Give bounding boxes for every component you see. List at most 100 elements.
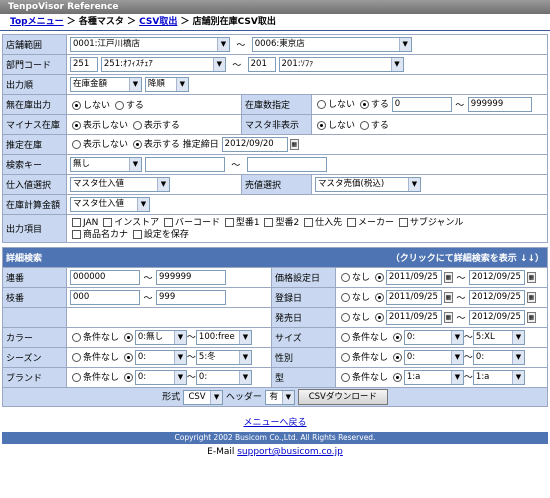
model-to-select[interactable]: 1:a ▼ bbox=[472, 370, 525, 385]
store-from-select[interactable]: 0001:江戸川橋店 ▼ bbox=[70, 37, 230, 52]
email-link[interactable]: support@busicom.co.jp bbox=[237, 447, 343, 457]
dept-from-select[interactable]: 251:ｵﾌｨｽﾁｪｱ ▼ bbox=[100, 57, 226, 72]
back-to-menu-link[interactable]: メニューへ戻る bbox=[243, 418, 306, 428]
sell-price-select[interactable]: マスタ売価(税込) ▼ bbox=[315, 177, 421, 192]
price-set-date-none-radio[interactable] bbox=[341, 273, 350, 282]
calendar-icon[interactable]: ▦ bbox=[289, 139, 299, 150]
calendar-icon[interactable]: ▦ bbox=[526, 292, 536, 303]
gender-label: 性別 bbox=[271, 347, 336, 368]
reg-date-to-input[interactable]: 2012/09/25 bbox=[468, 290, 525, 305]
size-on-radio[interactable] bbox=[392, 333, 402, 342]
color-none-radio[interactable] bbox=[72, 333, 81, 342]
stock-amount-select[interactable]: マスタ仕入値 ▼ bbox=[70, 197, 150, 212]
output-jan-checkbox[interactable] bbox=[72, 217, 81, 227]
reg-date-on-radio[interactable] bbox=[374, 293, 384, 302]
output-kana-checkbox[interactable] bbox=[72, 229, 81, 239]
reg-date-from-input[interactable]: 2011/09/25 bbox=[385, 290, 442, 305]
output-barcode-checkbox[interactable] bbox=[163, 217, 173, 227]
output-model1-checkbox[interactable] bbox=[224, 217, 234, 227]
purchase-price-label: 仕入値選択 bbox=[2, 174, 67, 195]
breadcrumb-csv-link[interactable]: CSV取出 bbox=[139, 17, 177, 27]
output-order-key-select[interactable]: 在庫金額 ▼ bbox=[70, 77, 142, 92]
calendar-icon[interactable]: ▦ bbox=[526, 312, 536, 323]
size-none-radio[interactable] bbox=[341, 333, 350, 342]
master-hidden-on-radio[interactable] bbox=[359, 121, 369, 130]
output-maker-checkbox[interactable] bbox=[346, 217, 356, 227]
size-from-select[interactable]: 0: ▼ bbox=[403, 330, 464, 345]
output-order-dir-select[interactable]: 降順 ▼ bbox=[144, 77, 189, 92]
edaban-to-input[interactable]: 999 bbox=[156, 290, 226, 305]
format-select[interactable]: CSV ▼ bbox=[183, 389, 224, 405]
gender-to-select[interactable]: 0: ▼ bbox=[472, 350, 525, 365]
gender-on-radio[interactable] bbox=[392, 353, 402, 362]
release-date-on-radio[interactable] bbox=[374, 313, 384, 322]
estimated-stock-on-radio[interactable] bbox=[132, 140, 142, 149]
calendar-icon[interactable]: ▦ bbox=[443, 272, 453, 283]
brand-from-select[interactable]: 0: ▼ bbox=[134, 370, 187, 385]
color-on-radio[interactable] bbox=[123, 333, 133, 342]
output-model2-checkbox[interactable] bbox=[264, 217, 274, 227]
brand-to-select[interactable]: 0: ▼ bbox=[195, 370, 252, 385]
reg-date-none-radio[interactable] bbox=[341, 293, 350, 302]
output-instore-checkbox[interactable] bbox=[103, 217, 113, 227]
output-subgenre-checkbox[interactable] bbox=[398, 217, 408, 227]
calendar-icon[interactable]: ▦ bbox=[443, 292, 453, 303]
no-stock-off-radio[interactable] bbox=[72, 101, 81, 110]
model-on-radio[interactable] bbox=[392, 373, 402, 382]
release-date-from-input[interactable]: 2011/09/25 bbox=[385, 310, 442, 325]
renban-from-input[interactable]: 000000 bbox=[70, 270, 140, 285]
brand-on-radio[interactable] bbox=[123, 373, 133, 382]
csv-download-button[interactable]: CSVダウンロード bbox=[297, 389, 388, 405]
estimated-date-input[interactable]: 2012/09/20 bbox=[221, 137, 288, 152]
price-set-date-on-radio[interactable] bbox=[374, 273, 384, 282]
search-key-input-2[interactable] bbox=[246, 157, 327, 172]
stock-range-on-radio[interactable] bbox=[359, 100, 369, 109]
dept-code-label: 部門コード bbox=[2, 54, 67, 75]
gender-from-select[interactable]: 0: ▼ bbox=[403, 350, 464, 365]
dept-to-select[interactable]: 201:ｿﾌｧ ▼ bbox=[278, 57, 404, 72]
brand-none-radio[interactable] bbox=[72, 373, 81, 382]
season-none-radio[interactable] bbox=[72, 353, 81, 362]
purchase-price-select[interactable]: マスタ仕入値 ▼ bbox=[70, 177, 170, 192]
price-set-date-from-input[interactable]: 2011/09/25 bbox=[385, 270, 442, 285]
save-settings-checkbox[interactable] bbox=[132, 229, 142, 239]
calendar-icon[interactable]: ▦ bbox=[526, 272, 536, 283]
dept-from-code-input[interactable]: 251 bbox=[70, 57, 98, 72]
detail-search-header[interactable]: 詳細検索 （クリックにて詳細検索を表示 ↓↓） bbox=[2, 247, 548, 268]
no-stock-on-radio[interactable] bbox=[114, 101, 124, 110]
dept-to-code-input[interactable]: 201 bbox=[247, 57, 276, 72]
color-to-select[interactable]: 100:free ▼ bbox=[195, 330, 252, 345]
output-supplier-checkbox[interactable] bbox=[304, 217, 314, 227]
gender-none-radio[interactable] bbox=[341, 353, 350, 362]
model-from-select[interactable]: 1:a ▼ bbox=[403, 370, 464, 385]
color-from-select[interactable]: 0:無し ▼ bbox=[134, 330, 187, 345]
breadcrumb-top-link[interactable]: Topメニュー bbox=[10, 17, 64, 27]
renban-to-input[interactable]: 999999 bbox=[156, 270, 226, 285]
release-date-to-input[interactable]: 2012/09/25 bbox=[468, 310, 525, 325]
minus-stock-off-radio[interactable] bbox=[72, 121, 81, 130]
season-to-select[interactable]: 5:冬 ▼ bbox=[195, 350, 252, 365]
price-set-date-to-input[interactable]: 2012/09/25 bbox=[468, 270, 525, 285]
search-key-input-1[interactable] bbox=[144, 157, 225, 172]
estimated-stock-off-radio[interactable] bbox=[72, 140, 81, 149]
season-from-select[interactable]: 0: ▼ bbox=[134, 350, 187, 365]
store-to-select[interactable]: 0006:東京店 ▼ bbox=[251, 37, 412, 52]
master-hidden-off-radio[interactable] bbox=[317, 121, 326, 130]
size-to-select[interactable]: 5:XL ▼ bbox=[472, 330, 525, 345]
calendar-icon[interactable]: ▦ bbox=[443, 312, 453, 323]
header-select[interactable]: 有 ▼ bbox=[264, 389, 295, 405]
stock-range-off-radio[interactable] bbox=[317, 100, 326, 109]
estimated-stock-label: 推定在庫 bbox=[2, 134, 67, 155]
season-on-radio[interactable] bbox=[123, 353, 133, 362]
detail-toggle-link[interactable]: （クリックにて詳細検索を表示 ↓↓） bbox=[391, 251, 544, 264]
model-label: 型 bbox=[271, 367, 336, 388]
minus-stock-on-radio[interactable] bbox=[132, 121, 142, 130]
release-date-none-radio[interactable] bbox=[341, 313, 350, 322]
model-none-radio[interactable] bbox=[341, 373, 350, 382]
edaban-from-input[interactable]: 000 bbox=[70, 290, 140, 305]
stock-from-input[interactable]: 0 bbox=[391, 97, 452, 112]
output-row: 形式 CSV ▼ ヘッダー 有 ▼ CSVダウンロード bbox=[2, 387, 548, 407]
search-key-select[interactable]: 無し ▼ bbox=[70, 157, 142, 172]
app-title: TenpoVisor Reference bbox=[0, 0, 550, 14]
stock-to-input[interactable]: 999999 bbox=[467, 97, 532, 112]
